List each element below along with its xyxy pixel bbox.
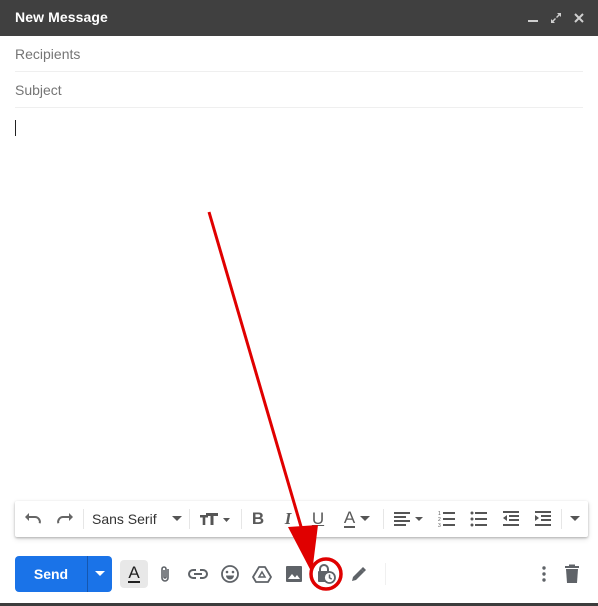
bold-button[interactable]: B [247, 501, 269, 537]
close-icon[interactable] [570, 9, 588, 27]
svg-text:3: 3 [438, 523, 441, 529]
redo-icon [57, 513, 73, 524]
attachment-icon [161, 566, 169, 582]
insert-link-button[interactable] [184, 560, 212, 588]
confidential-mode-button[interactable] [312, 560, 340, 588]
text-color-button[interactable]: A [339, 501, 375, 537]
more-options-button[interactable] [530, 560, 558, 588]
formatting-toolbar: Sans Serif B I U A 1 2 3 [15, 501, 588, 537]
chevron-down-icon [95, 571, 105, 576]
trash-icon [565, 564, 579, 583]
font-size-button[interactable] [195, 501, 235, 537]
chevron-down-icon [360, 516, 371, 521]
indent-less-button[interactable] [499, 501, 523, 537]
font-family-label: Sans Serif [92, 511, 157, 527]
subject-input[interactable] [15, 72, 583, 107]
window-title: New Message [15, 9, 108, 25]
insert-from-drive-button[interactable] [248, 560, 276, 588]
more-vert-icon [542, 566, 546, 582]
subject-field[interactable] [15, 72, 583, 108]
bulleted-list-icon [470, 511, 487, 527]
photo-icon [286, 566, 302, 582]
send-button-group: Send [15, 556, 112, 592]
bulleted-list-button[interactable] [467, 501, 491, 537]
attach-files-button[interactable] [152, 560, 180, 588]
underline-button[interactable]: U [307, 501, 329, 537]
indent-less-icon [503, 511, 519, 526]
formatting-options-icon: A [128, 563, 140, 583]
link-icon [188, 569, 208, 579]
compose-window: New Message Recipients Subject Sans Seri… [0, 0, 598, 606]
text-caret [15, 120, 16, 136]
underline-icon: U [311, 509, 325, 528]
bold-icon: B [251, 509, 265, 528]
recipients-input[interactable] [15, 36, 583, 71]
italic-button[interactable]: I [277, 501, 299, 537]
align-left-icon [394, 512, 423, 526]
more-formatting-icon [570, 516, 580, 521]
undo-icon [25, 513, 41, 524]
italic-icon: I [284, 509, 292, 528]
confidential-lock-clock-icon [318, 564, 336, 584]
expand-icon[interactable] [547, 9, 565, 27]
minimize-icon[interactable] [524, 9, 542, 27]
send-button[interactable]: Send [15, 556, 87, 592]
toolbar-divider [385, 563, 386, 585]
recipients-field[interactable] [15, 36, 583, 72]
formatting-options-button[interactable]: A [120, 560, 148, 588]
chevron-down-icon [172, 516, 182, 521]
compose-title-bar[interactable]: New Message [0, 0, 598, 36]
emoji-icon [221, 565, 239, 583]
insert-photo-button[interactable] [280, 560, 308, 588]
text-color-icon: A [343, 508, 356, 528]
drive-icon [252, 566, 272, 583]
numbered-list-button[interactable]: 1 2 3 [435, 501, 459, 537]
indent-more-button[interactable] [531, 501, 555, 537]
numbered-list-icon: 1 2 3 [438, 511, 455, 529]
send-options-button[interactable] [88, 556, 112, 592]
undo-button[interactable] [21, 501, 45, 537]
message-body[interactable] [15, 110, 583, 495]
more-formatting-button[interactable] [565, 501, 585, 537]
text-size-icon [200, 513, 230, 525]
font-family-select[interactable]: Sans Serif [89, 501, 185, 537]
insert-emoji-button[interactable] [216, 560, 244, 588]
discard-draft-button[interactable] [558, 560, 586, 588]
insert-signature-button[interactable] [344, 560, 372, 588]
pen-icon [352, 567, 366, 581]
indent-more-icon [535, 511, 551, 526]
redo-button[interactable] [53, 501, 77, 537]
align-button[interactable] [389, 501, 427, 537]
